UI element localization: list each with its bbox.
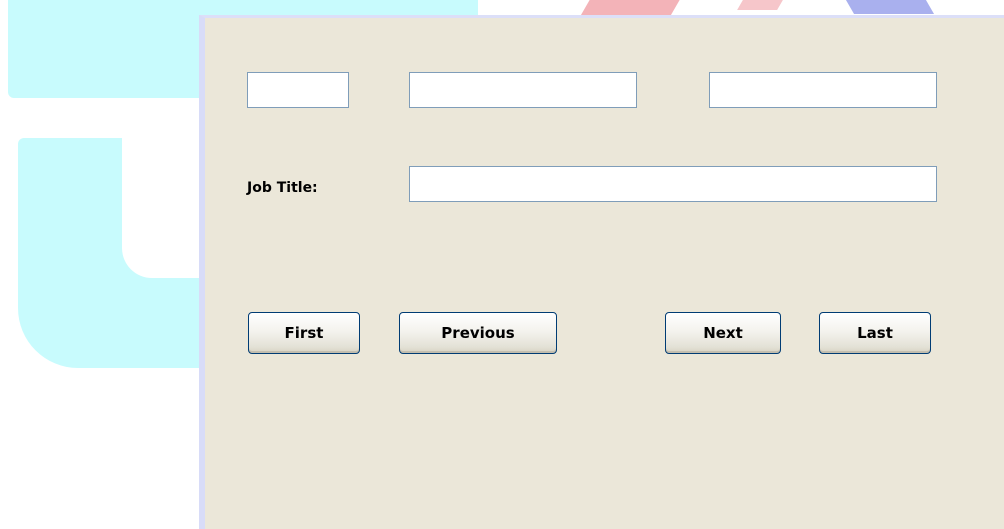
employee-form-window: Job Title: First Previous Next Last	[199, 15, 1004, 529]
job-title-label: Job Title:	[247, 180, 318, 196]
middle-name-field[interactable]	[409, 72, 637, 108]
background-blue-stroke	[845, 0, 935, 14]
background-red-stroke-small	[737, 0, 783, 10]
screen: Job Title: First Previous Next Last	[0, 0, 1004, 529]
last-record-button[interactable]: Last	[819, 312, 931, 354]
first-record-button[interactable]: First	[248, 312, 360, 354]
job-title-field[interactable]	[409, 166, 937, 202]
previous-record-button[interactable]: Previous	[399, 312, 557, 354]
last-name-field[interactable]	[709, 72, 937, 108]
first-name-field[interactable]	[247, 72, 349, 108]
next-record-button[interactable]: Next	[665, 312, 781, 354]
background-red-stroke	[580, 0, 680, 16]
